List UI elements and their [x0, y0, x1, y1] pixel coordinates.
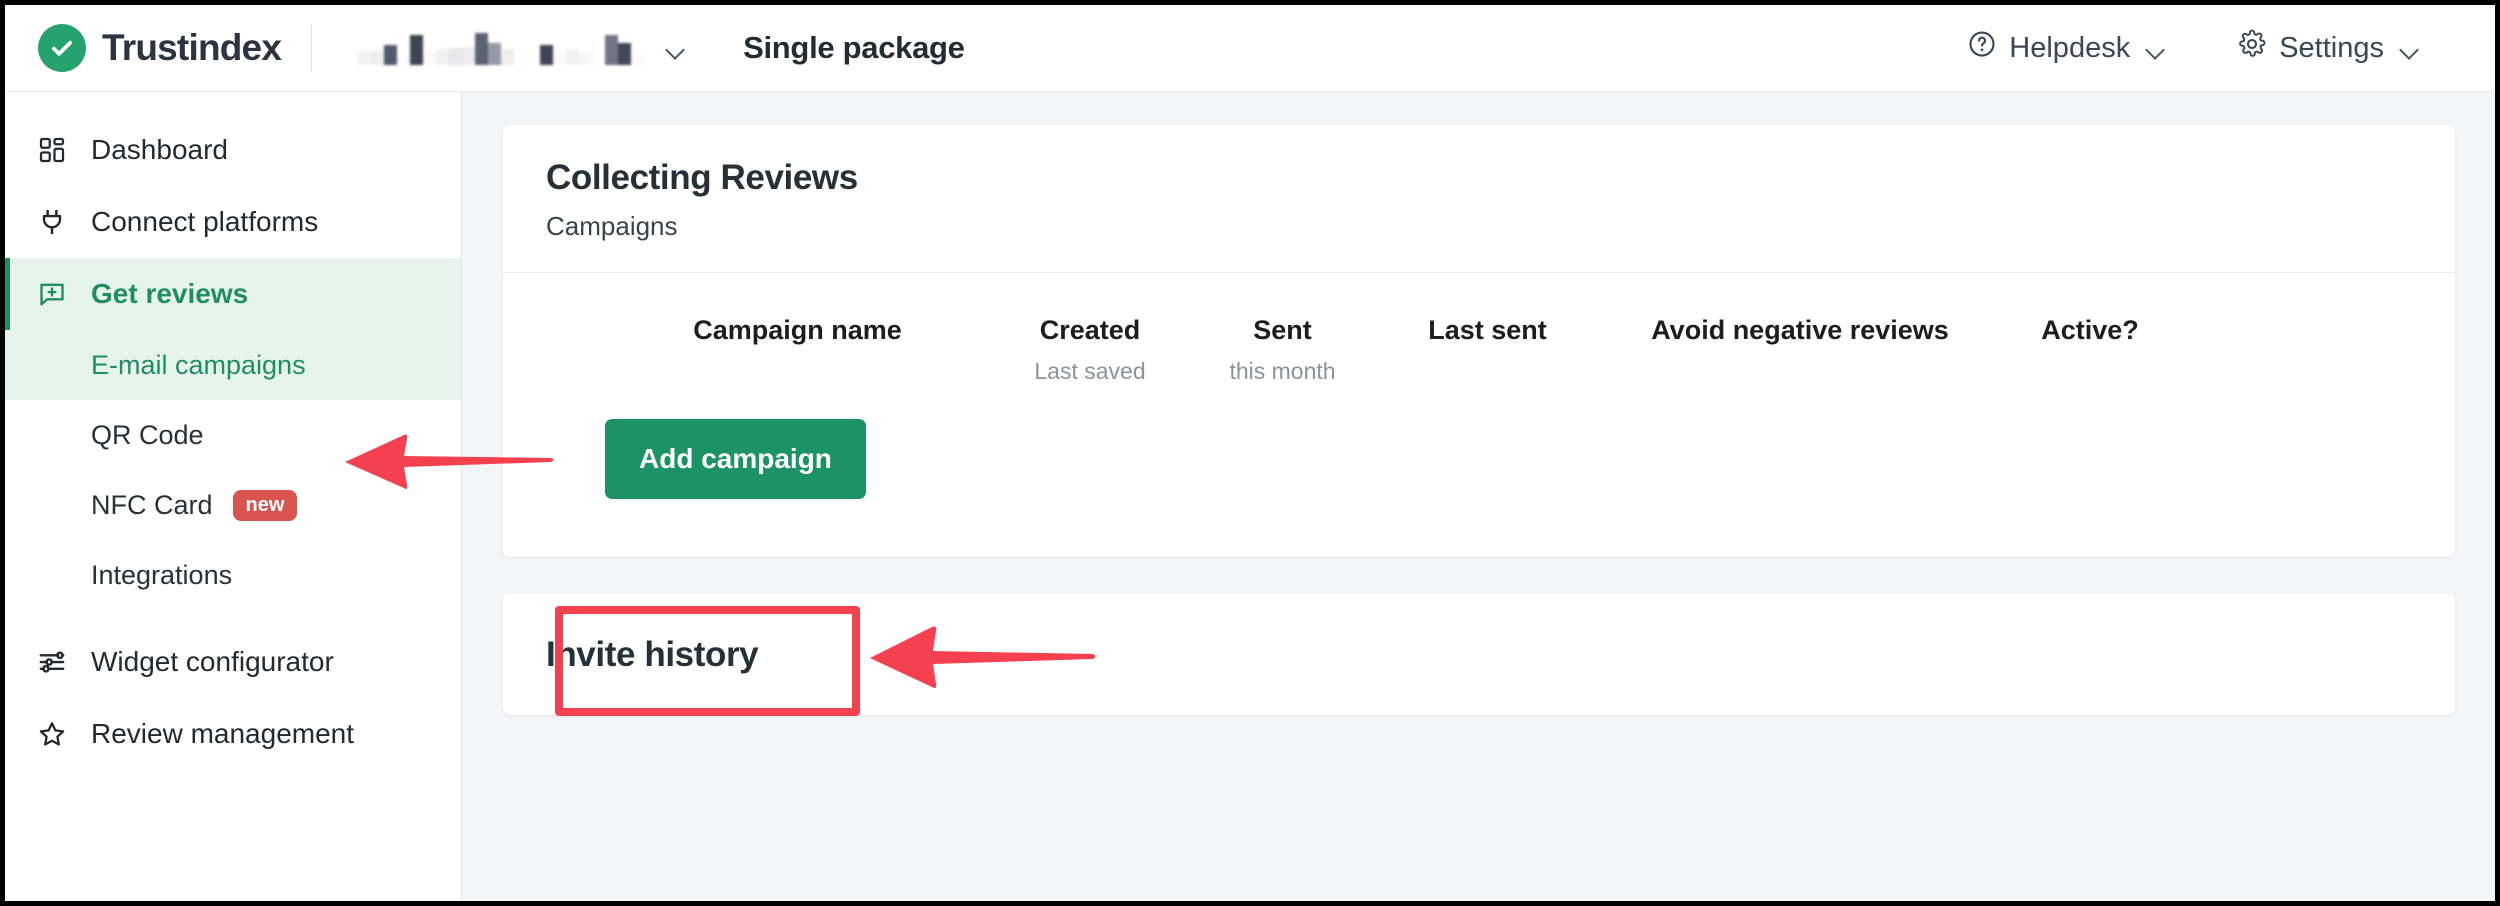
chat-plus-icon [35, 277, 69, 311]
sidebar-item-nfc-card[interactable]: NFC Card new [5, 470, 461, 540]
column-header-campaign-name: Campaign name [693, 315, 902, 345]
status-badge: new [232, 489, 298, 521]
package-title: Single package [743, 30, 965, 65]
sidebar-item-integrations[interactable]: Integrations [5, 540, 461, 610]
page-subtitle: Campaigns [546, 211, 678, 241]
chevron-down-icon [2400, 43, 2419, 54]
top-bar: Trustindex Single package Helpdesk Setti… [5, 5, 2495, 92]
column-header-sent: Sent this month [1229, 315, 1336, 384]
chevron-down-icon [666, 43, 685, 54]
sidebar-item-label: Widget configurator [91, 646, 334, 677]
sidebar-item-label: Get reviews [91, 278, 249, 309]
sidebar: Dashboard Connect platforms Get reviews [5, 92, 462, 901]
sidebar-subitem-label: NFC Card [91, 489, 213, 520]
app-window: Trustindex Single package Helpdesk Setti… [0, 0, 2500, 906]
sidebar-subitem-label: Integrations [91, 559, 233, 590]
sidebar-item-widget-configurator[interactable]: Widget configurator [5, 626, 461, 698]
account-selector[interactable] [358, 31, 685, 65]
sidebar-item-dashboard[interactable]: Dashboard [5, 114, 461, 186]
grid-icon [35, 133, 69, 167]
star-icon [35, 717, 69, 751]
account-name-redacted [358, 31, 645, 65]
page-title: Collecting Reviews [546, 158, 858, 197]
add-campaign-row: Add campaign [503, 385, 2455, 557]
gear-icon [2237, 29, 2267, 67]
helpdesk-menu[interactable]: Helpdesk [1931, 29, 2201, 67]
sidebar-item-qr-code[interactable]: QR Code [5, 400, 461, 470]
sidebar-item-label: Dashboard [91, 134, 228, 165]
add-campaign-button[interactable]: Add campaign [605, 419, 866, 499]
plug-icon [35, 205, 69, 239]
main-content: Collecting Reviews Campaigns Campaign na… [463, 92, 2495, 901]
sidebar-subitem-label: E-mail campaigns [91, 349, 306, 380]
check-circle-icon [38, 24, 86, 72]
settings-label: Settings [2279, 31, 2384, 64]
column-header-last-sent: Last sent [1428, 315, 1547, 345]
helpdesk-label: Helpdesk [2009, 31, 2131, 64]
settings-menu[interactable]: Settings [2201, 29, 2455, 67]
sidebar-item-connect-platforms[interactable]: Connect platforms [5, 186, 461, 258]
column-header-created: Created Last saved [1034, 315, 1146, 384]
sidebar-item-label: Connect platforms [91, 206, 319, 237]
invite-history-card: Invite history [503, 593, 2455, 715]
brand-logo-area[interactable]: Trustindex [38, 24, 282, 72]
question-circle-icon [1967, 29, 1997, 67]
sidebar-item-email-campaigns[interactable]: E-mail campaigns [5, 330, 461, 400]
collecting-reviews-card: Collecting Reviews Campaigns Campaign na… [503, 125, 2455, 557]
sidebar-item-review-management[interactable]: Review management [5, 698, 461, 770]
sidebar-item-get-reviews[interactable]: Get reviews [5, 258, 461, 330]
sliders-icon [35, 645, 69, 679]
card-header: Collecting Reviews Campaigns [503, 125, 2455, 273]
column-header-avoid-negative-reviews: Avoid negative reviews [1651, 315, 1949, 345]
campaigns-table-header: Campaign name Created Last saved Sent th… [503, 273, 2455, 385]
column-header-active: Active? [2041, 315, 2139, 345]
chevron-down-icon [2146, 43, 2165, 54]
sidebar-item-label: Review management [91, 718, 355, 749]
sidebar-subitem-label: QR Code [91, 419, 204, 450]
top-bar-actions: Helpdesk Settings [1931, 29, 2495, 67]
invite-history-title: Invite history [546, 635, 759, 674]
divider [311, 24, 313, 72]
brand-name: Trustindex [102, 27, 282, 68]
